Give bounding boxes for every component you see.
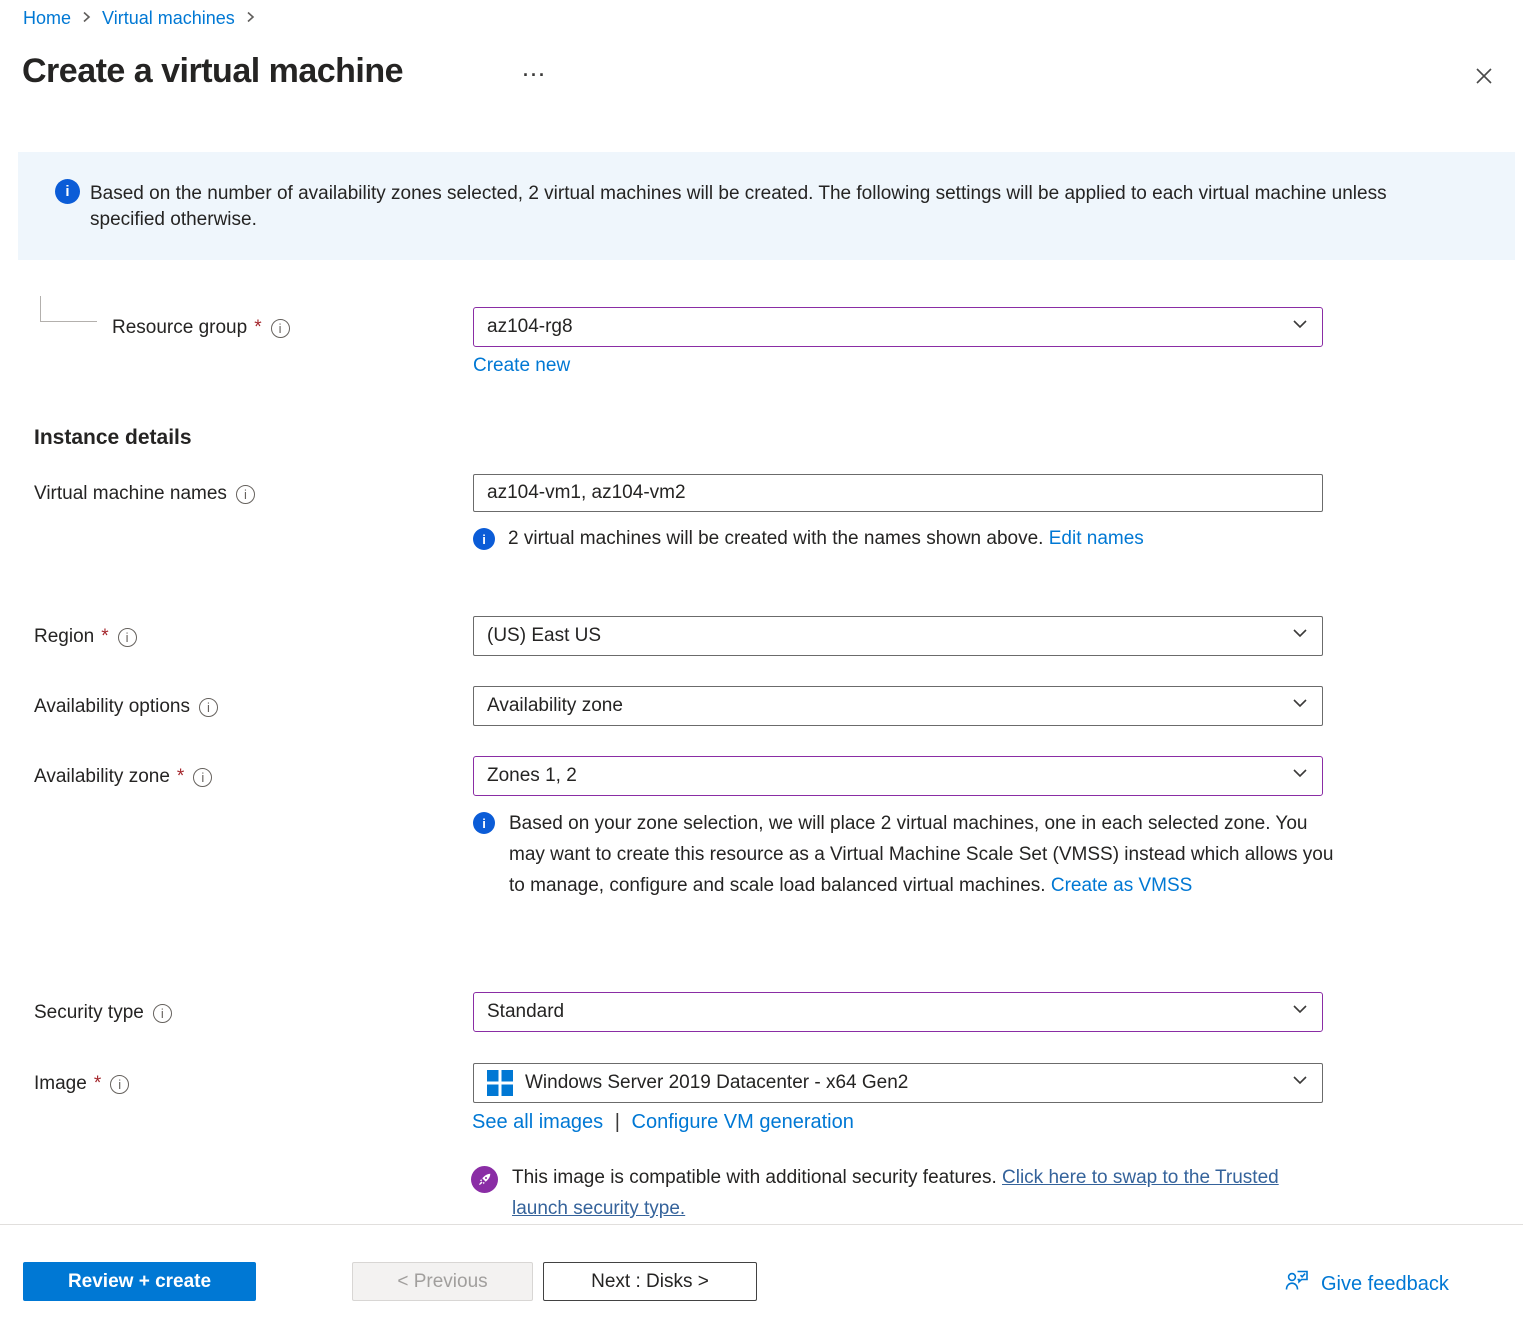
feedback-icon: [1284, 1268, 1310, 1300]
info-icon: i: [473, 528, 495, 550]
vm-names-note: i 2 virtual machines will be created wit…: [473, 528, 1144, 550]
availability-options-dropdown[interactable]: Availability zone: [473, 686, 1323, 726]
info-icon[interactable]: i: [271, 319, 290, 338]
info-icon[interactable]: i: [110, 1075, 129, 1094]
info-icon[interactable]: i: [193, 768, 212, 787]
windows-logo-icon: [487, 1070, 513, 1096]
required-asterisk: *: [177, 766, 184, 788]
resource-group-dropdown[interactable]: az104-rg8: [473, 307, 1323, 347]
image-value: Windows Server 2019 Datacenter - x64 Gen…: [525, 1072, 908, 1094]
edit-names-link[interactable]: Edit names: [1049, 528, 1144, 549]
links-separator: |: [615, 1111, 620, 1133]
close-icon[interactable]: [1468, 60, 1500, 92]
chevron-down-icon: [1291, 764, 1309, 788]
vm-names-label: Virtual machine names i: [34, 483, 255, 505]
chevron-down-icon: [1291, 694, 1309, 718]
security-type-dropdown[interactable]: Standard: [473, 992, 1323, 1032]
instance-details-heading: Instance details: [34, 426, 192, 450]
breadcrumb-virtual-machines-link[interactable]: Virtual machines: [102, 8, 235, 29]
info-icon[interactable]: i: [118, 628, 137, 647]
resource-group-value: az104-rg8: [487, 316, 573, 338]
region-value: (US) East US: [487, 625, 601, 647]
see-all-images-link[interactable]: See all images: [472, 1111, 603, 1133]
info-banner: i Based on the number of availability zo…: [18, 152, 1515, 260]
create-new-link[interactable]: Create new: [473, 355, 570, 377]
resource-group-label: Resource group * i: [112, 317, 290, 339]
breadcrumb: Home Virtual machines: [23, 8, 256, 29]
breadcrumb-separator-icon: [245, 9, 256, 29]
chevron-down-icon: [1291, 1000, 1309, 1024]
more-options-button[interactable]: ...: [523, 60, 547, 81]
availability-options-label: Availability options i: [34, 696, 218, 718]
info-banner-text: Based on the number of availability zone…: [90, 181, 1462, 233]
security-type-value: Standard: [487, 1001, 564, 1023]
breadcrumb-separator-icon: [81, 9, 92, 29]
page-title: Create a virtual machine: [22, 52, 403, 91]
image-dropdown[interactable]: Windows Server 2019 Datacenter - x64 Gen…: [473, 1063, 1323, 1103]
required-asterisk: *: [94, 1073, 101, 1095]
image-links: See all images | Configure VM generation: [472, 1111, 854, 1134]
rocket-icon: [471, 1166, 498, 1193]
availability-zone-note: i Based on your zone selection, we will …: [473, 808, 1373, 901]
info-icon: i: [473, 812, 495, 834]
vm-names-value: az104-vm1, az104-vm2: [487, 482, 686, 504]
availability-zone-dropdown[interactable]: Zones 1, 2: [473, 756, 1323, 796]
chevron-down-icon: [1291, 315, 1309, 339]
breadcrumb-home-link[interactable]: Home: [23, 8, 71, 29]
create-as-vmss-link[interactable]: Create as VMSS: [1051, 875, 1193, 896]
review-create-button[interactable]: Review + create: [23, 1262, 256, 1301]
configure-vm-generation-link[interactable]: Configure VM generation: [632, 1111, 854, 1133]
next-disks-button[interactable]: Next : Disks >: [543, 1262, 757, 1301]
info-icon: i: [55, 179, 80, 204]
availability-zone-label: Availability zone * i: [34, 766, 212, 788]
image-security-note: This image is compatible with additional…: [471, 1162, 1321, 1224]
security-type-label: Security type i: [34, 1002, 172, 1024]
region-label: Region * i: [34, 626, 137, 648]
chevron-down-icon: [1291, 624, 1309, 648]
info-icon[interactable]: i: [199, 698, 218, 717]
tree-indent-connector: [40, 296, 97, 322]
info-icon[interactable]: i: [236, 485, 255, 504]
create-vm-page: Home Virtual machines Create a virtual m…: [0, 0, 1523, 1320]
previous-button: < Previous: [352, 1262, 533, 1301]
availability-zone-value: Zones 1, 2: [487, 765, 577, 787]
image-label: Image * i: [34, 1073, 129, 1095]
footer-divider: [0, 1224, 1523, 1225]
chevron-down-icon: [1291, 1071, 1309, 1095]
availability-options-value: Availability zone: [487, 695, 623, 717]
required-asterisk: *: [254, 317, 261, 339]
vm-names-input[interactable]: az104-vm1, az104-vm2: [473, 474, 1323, 512]
give-feedback-link[interactable]: Give feedback: [1284, 1268, 1449, 1300]
info-icon[interactable]: i: [153, 1004, 172, 1023]
required-asterisk: *: [101, 626, 108, 648]
region-dropdown[interactable]: (US) East US: [473, 616, 1323, 656]
